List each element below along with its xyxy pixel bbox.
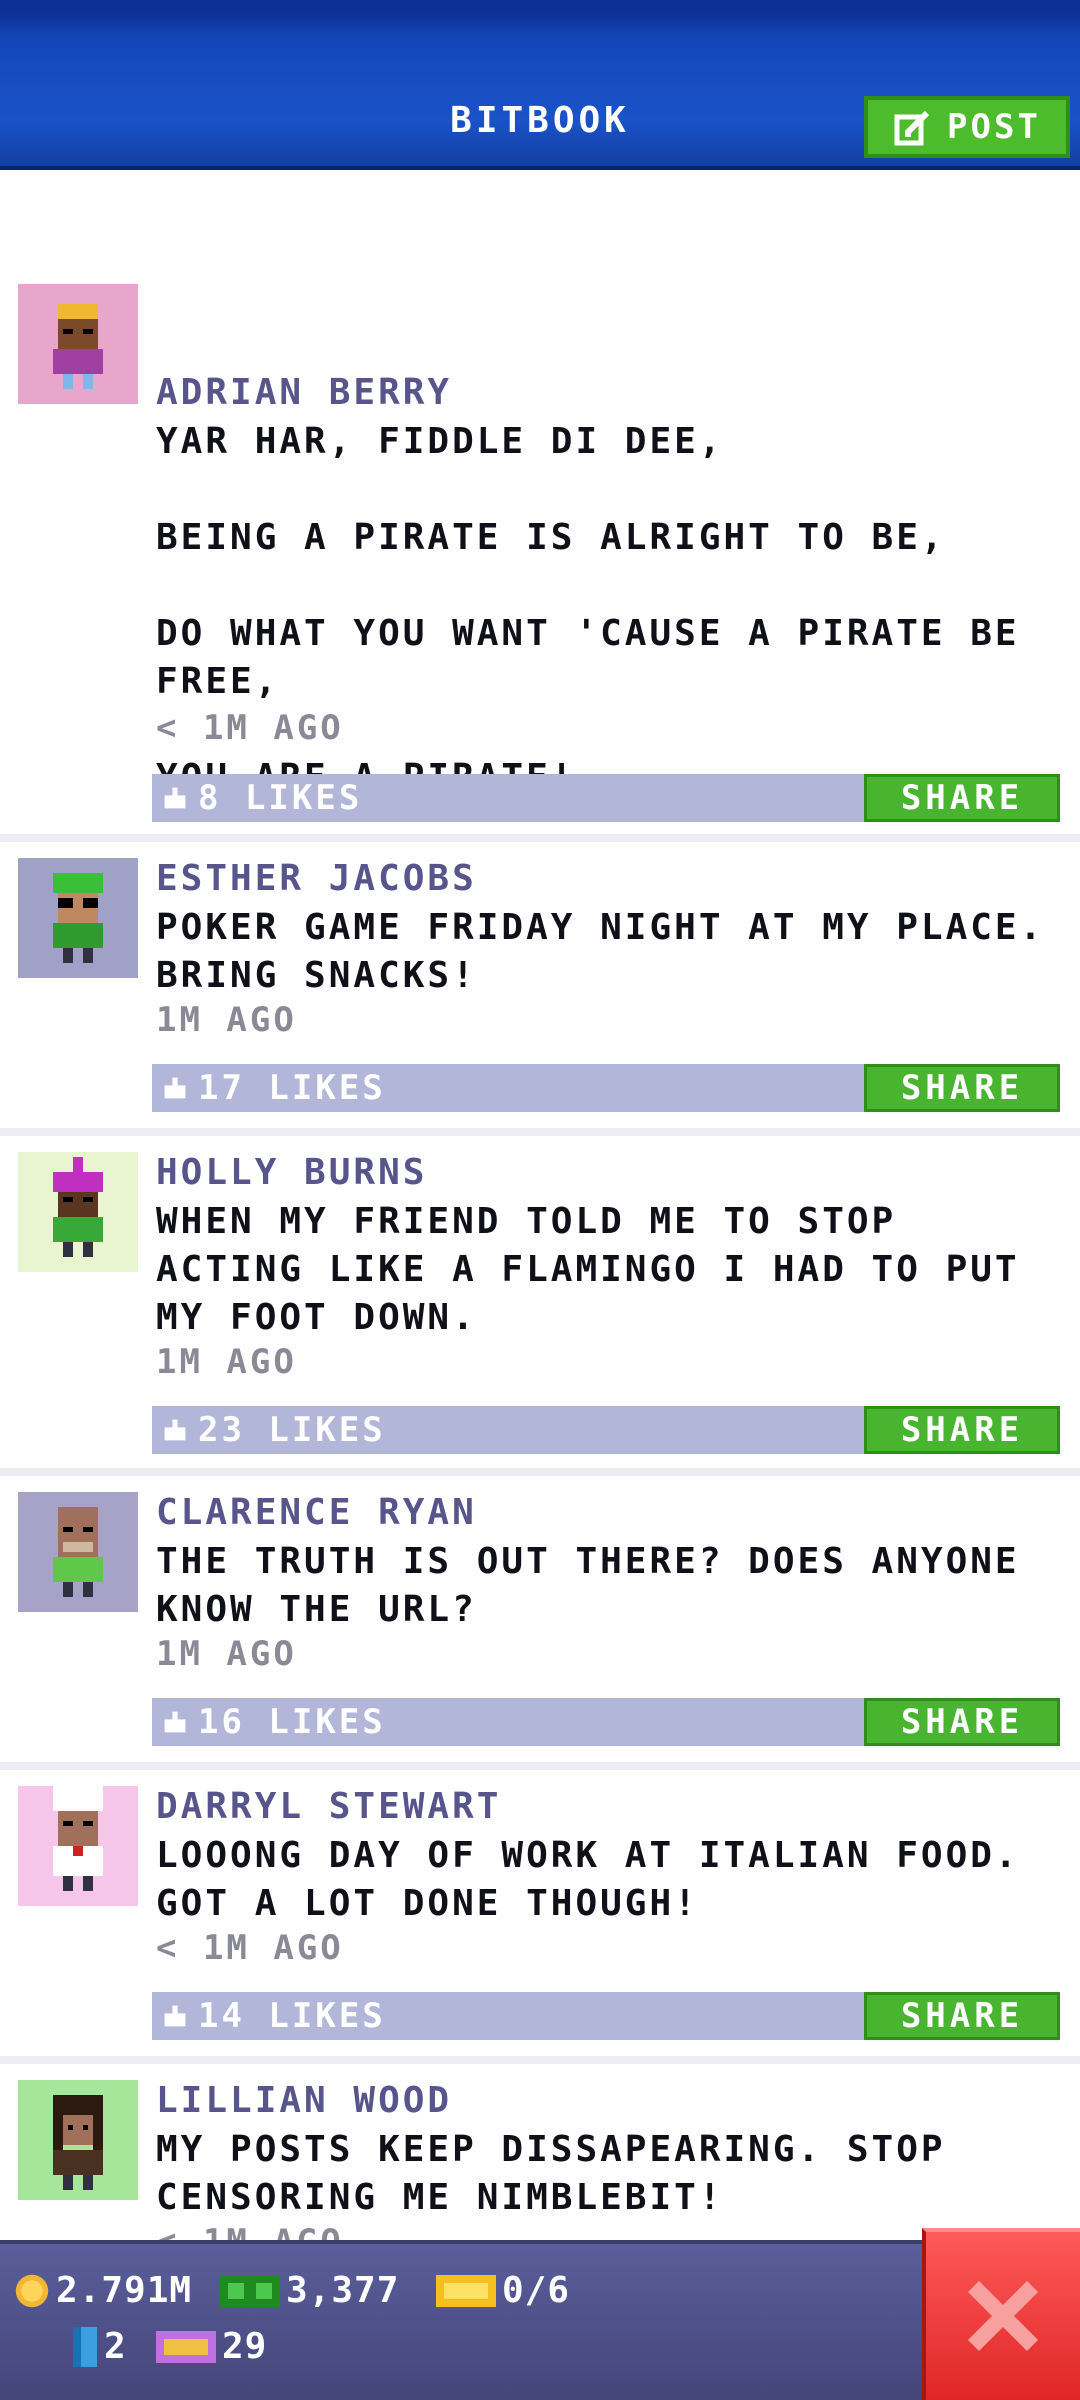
like-button[interactable]: 16 LIKES (162, 1698, 386, 1746)
like-bar: 17 LIKES SHARE (152, 1064, 1060, 1112)
feed-post: DARRYL STEWART LOOONG DAY OF WORK AT ITA… (0, 1770, 1080, 2064)
post-message: LOOONG DAY OF WORK AT ITALIAN FOOD. GOT … (156, 1835, 1020, 1924)
like-bar: 16 LIKES SHARE (152, 1698, 1060, 1746)
post-author[interactable]: HOLLY BURNS (156, 1152, 427, 1193)
like-count: 8 LIKES (198, 778, 363, 818)
keys-stat[interactable]: 2 (72, 2326, 127, 2367)
like-count: 17 LIKES (198, 1068, 386, 1108)
close-button[interactable] (922, 2228, 1080, 2400)
vip-value: 29 (222, 2326, 268, 2367)
post-message: MY POSTS KEEP DISSAPEARING. STOP CENSORI… (156, 2129, 946, 2218)
thumbs-up-icon (164, 1077, 186, 1099)
avatar-image (18, 1492, 138, 1612)
feed-post: ESTHER JACOBS POKER GAME FRIDAY NIGHT AT… (0, 842, 1080, 1136)
post-message: POKER GAME FRIDAY NIGHT AT MY PLACE. BRI… (156, 907, 1045, 996)
post-author[interactable]: DARRYL STEWART (156, 1786, 501, 1827)
avatar-image (18, 284, 138, 404)
app-header: BITBOOK POST (0, 0, 1080, 170)
share-button[interactable]: SHARE (864, 1992, 1060, 2040)
avatar-image (18, 1786, 138, 1906)
like-button[interactable]: 14 LIKES (162, 1992, 386, 2040)
post-author[interactable]: CLARENCE RYAN (156, 1492, 477, 1533)
feed-post: ADRIAN BERRY YAR HAR, FIDDLE DI DEE, BEI… (0, 276, 1080, 842)
like-bar: 8 LIKES SHARE (152, 774, 1060, 822)
share-button[interactable]: SHARE (864, 1698, 1060, 1746)
avatar-image (18, 1152, 138, 1272)
like-count: 16 LIKES (198, 1702, 386, 1742)
post-author[interactable]: LILLIAN WOOD (156, 2080, 452, 2121)
like-button[interactable]: 8 LIKES (162, 774, 362, 822)
bux-value: 3,377 (286, 2270, 400, 2311)
avatar[interactable] (18, 1786, 138, 1906)
bux-icon (220, 2274, 280, 2307)
like-button[interactable]: 23 LIKES (162, 1406, 386, 1454)
feed-post: CLARENCE RYAN THE TRUTH IS OUT THERE? DO… (0, 1476, 1080, 1770)
key-icon (73, 2326, 97, 2367)
ticket-icon (436, 2274, 496, 2307)
close-icon (967, 2280, 1039, 2352)
post-button-label: POST (947, 107, 1041, 147)
thumbs-up-icon (164, 1711, 186, 1733)
post-time: < 1M AGO (156, 1928, 344, 1968)
coins-stat[interactable]: 2.791M (14, 2270, 192, 2311)
feed-post: HOLLY BURNS WHEN MY FRIEND TOLD ME TO ST… (0, 1136, 1080, 1476)
post-message: THE TRUTH IS OUT THERE? DOES ANYONE KNOW… (156, 1541, 1020, 1630)
like-bar: 23 LIKES SHARE (152, 1406, 1060, 1454)
avatar-image (18, 2080, 138, 2200)
like-button[interactable]: 17 LIKES (162, 1064, 386, 1112)
like-count: 14 LIKES (198, 1996, 386, 2036)
coin-icon (15, 2274, 49, 2307)
vip-stat[interactable]: 29 (156, 2326, 267, 2367)
post-time: 1M AGO (156, 1634, 297, 1674)
thumbs-up-icon (164, 2005, 186, 2027)
post-time: < 1M AGO (156, 708, 344, 748)
keys-value: 2 (104, 2326, 127, 2367)
tickets-value: 0/6 (502, 2270, 571, 2311)
thumbs-up-icon (164, 787, 186, 809)
like-count: 23 LIKES (198, 1410, 386, 1450)
post-time: 1M AGO (156, 1342, 297, 1382)
avatar-image (18, 858, 138, 978)
avatar[interactable] (18, 1492, 138, 1612)
vip-ticket-icon (156, 2330, 216, 2363)
status-bar: 2.791M 3,377 0/6 2 29 (0, 2240, 1080, 2400)
coins-value: 2.791M (56, 2270, 193, 2311)
like-bar: 14 LIKES SHARE (152, 1992, 1060, 2040)
avatar[interactable] (18, 284, 138, 404)
post-message: WHEN MY FRIEND TOLD ME TO STOP ACTING LI… (156, 1201, 1020, 1338)
thumbs-up-icon (164, 1419, 186, 1441)
compose-icon (894, 110, 930, 146)
tickets-stat[interactable]: 0/6 (436, 2270, 570, 2311)
share-button[interactable]: SHARE (864, 1064, 1060, 1112)
avatar[interactable] (18, 2080, 138, 2200)
feed-post: LILLIAN WOOD MY POSTS KEEP DISSAPEARING.… (0, 2064, 1080, 2264)
share-button[interactable]: SHARE (864, 1406, 1060, 1454)
share-button[interactable]: SHARE (864, 774, 1060, 822)
avatar[interactable] (18, 1152, 138, 1272)
post-time: 1M AGO (156, 1000, 297, 1040)
post-button[interactable]: POST (864, 96, 1070, 158)
bux-stat[interactable]: 3,377 (220, 2270, 399, 2311)
post-author[interactable]: ESTHER JACOBS (156, 858, 477, 899)
post-author[interactable]: ADRIAN BERRY (156, 372, 452, 413)
avatar[interactable] (18, 858, 138, 978)
